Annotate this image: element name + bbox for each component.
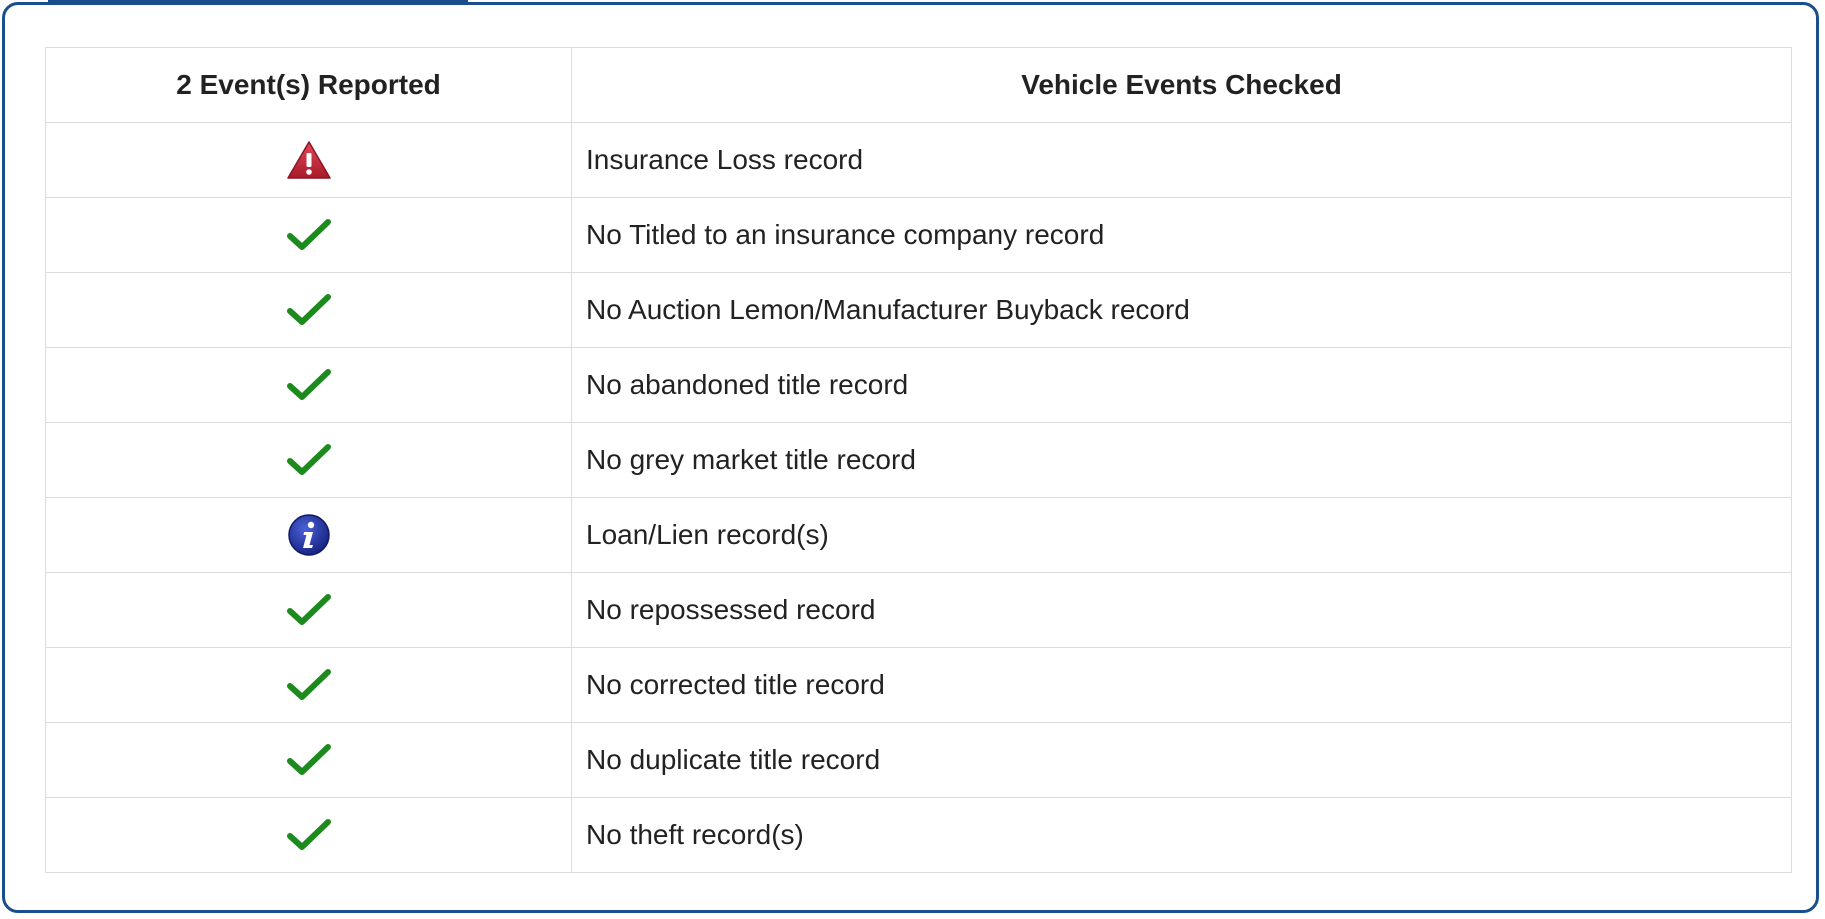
events-reported-header: 2 Event(s) Reported bbox=[45, 47, 572, 123]
table-row: No Auction Lemon/Manufacturer Buyback re… bbox=[45, 272, 1792, 348]
status-cell bbox=[45, 197, 572, 273]
checkmark-icon bbox=[286, 442, 332, 478]
event-label: No corrected title record bbox=[571, 647, 1792, 723]
table-row: No Titled to an insurance company record bbox=[45, 197, 1792, 273]
event-label: Loan/Lien record(s) bbox=[571, 497, 1792, 573]
status-cell bbox=[45, 647, 572, 723]
status-cell bbox=[45, 272, 572, 348]
table-row: No corrected title record bbox=[45, 647, 1792, 723]
checkmark-icon bbox=[286, 217, 332, 253]
event-label: No Titled to an insurance company record bbox=[571, 197, 1792, 273]
checkmark-icon bbox=[286, 667, 332, 703]
table-row: Loan/Lien record(s) bbox=[45, 497, 1792, 573]
warning-icon bbox=[286, 140, 332, 180]
event-label: No duplicate title record bbox=[571, 722, 1792, 798]
table-row: Insurance Loss record bbox=[45, 122, 1792, 198]
table-row: No duplicate title record bbox=[45, 722, 1792, 798]
status-cell bbox=[45, 797, 572, 873]
status-cell bbox=[45, 722, 572, 798]
event-label: No abandoned title record bbox=[571, 347, 1792, 423]
event-label: No repossessed record bbox=[571, 572, 1792, 648]
table-row: No grey market title record bbox=[45, 422, 1792, 498]
events-checked-header: Vehicle Events Checked bbox=[571, 47, 1792, 123]
table-row: No abandoned title record bbox=[45, 347, 1792, 423]
event-label: No grey market title record bbox=[571, 422, 1792, 498]
table-row: No repossessed record bbox=[45, 572, 1792, 648]
event-label: No Auction Lemon/Manufacturer Buyback re… bbox=[571, 272, 1792, 348]
checkmark-icon bbox=[286, 592, 332, 628]
vehicle-events-panel: 2 Event(s) Reported Vehicle Events Check… bbox=[2, 2, 1819, 913]
status-cell bbox=[45, 347, 572, 423]
table-header-row: 2 Event(s) Reported Vehicle Events Check… bbox=[45, 47, 1792, 123]
checkmark-icon bbox=[286, 292, 332, 328]
status-cell bbox=[45, 122, 572, 198]
event-label: No theft record(s) bbox=[571, 797, 1792, 873]
checkmark-icon bbox=[286, 817, 332, 853]
info-icon bbox=[287, 513, 331, 557]
status-cell bbox=[45, 422, 572, 498]
event-label: Insurance Loss record bbox=[571, 122, 1792, 198]
checkmark-icon bbox=[286, 742, 332, 778]
checkmark-icon bbox=[286, 367, 332, 403]
vehicle-events-table: 2 Event(s) Reported Vehicle Events Check… bbox=[45, 47, 1792, 873]
table-row: No theft record(s) bbox=[45, 797, 1792, 873]
status-cell bbox=[45, 572, 572, 648]
status-cell bbox=[45, 497, 572, 573]
